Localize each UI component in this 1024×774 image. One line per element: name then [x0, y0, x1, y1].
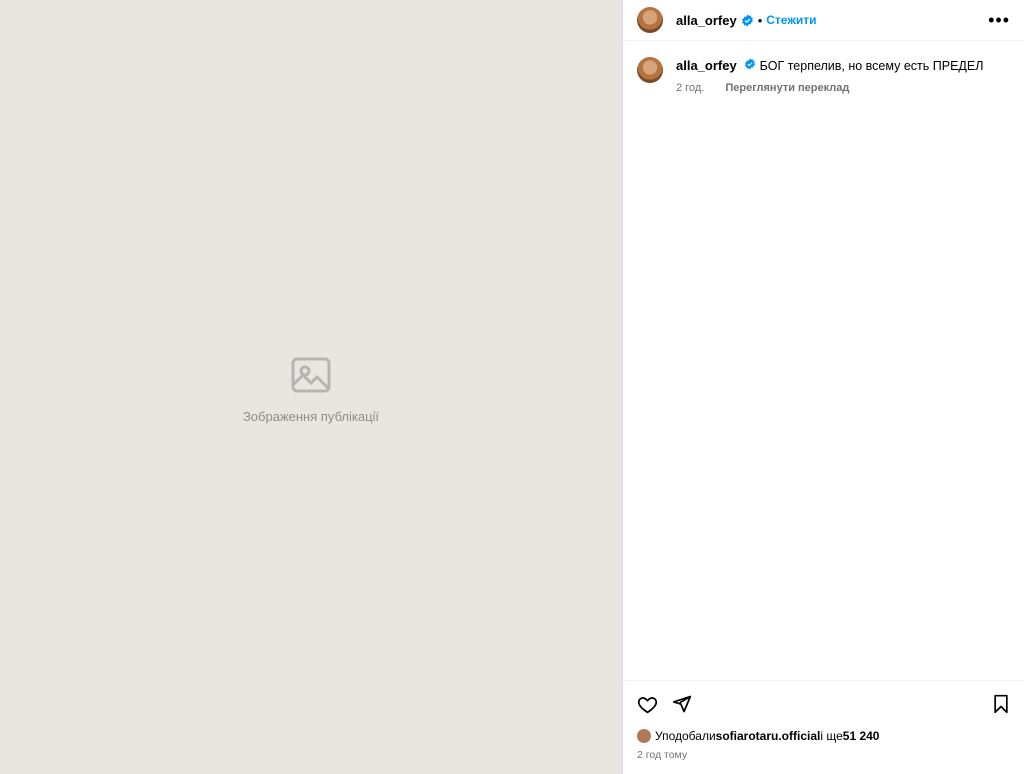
- image-icon: [291, 357, 331, 392]
- header-separator: •: [757, 12, 763, 28]
- author-username[interactable]: alla_orfey: [676, 13, 737, 28]
- see-translation-link[interactable]: Переглянути переклад: [725, 82, 849, 94]
- share-icon[interactable]: [672, 694, 692, 714]
- caption-username[interactable]: alla_orfey: [676, 58, 737, 73]
- likes-suffix: і ще: [820, 729, 843, 743]
- likes-prefix: Уподобали: [655, 729, 716, 743]
- caption: alla_orfey БОГ терпелив, но всему есть П…: [637, 57, 1010, 97]
- follow-button[interactable]: Стежити: [766, 13, 816, 27]
- post-time[interactable]: 2 год тому: [637, 749, 1010, 761]
- post-view: Зображення публікації alla_orfey • Стежи…: [0, 0, 1024, 774]
- bookmark-icon[interactable]: [992, 694, 1010, 714]
- heart-icon[interactable]: [637, 694, 658, 715]
- comments-section: alla_orfey БОГ терпелив, но всему есть П…: [623, 41, 1024, 680]
- caption-time[interactable]: 2 год.: [676, 82, 704, 94]
- likes-summary: Уподобали sofiarotaru.official і ще 51 2…: [637, 729, 1010, 743]
- post-media-placeholder: Зображення публікації: [0, 0, 622, 774]
- liker-username[interactable]: sofiarotaru.official: [716, 729, 821, 743]
- verified-icon: [741, 14, 754, 27]
- post-media[interactable]: Зображення публікації: [0, 0, 622, 774]
- post-media-label: Зображення публікації: [242, 408, 380, 424]
- post-header: alla_orfey • Стежити •••: [623, 0, 1024, 41]
- verified-icon: [744, 58, 756, 70]
- author-avatar[interactable]: [637, 7, 663, 33]
- liker-avatar: [637, 729, 651, 743]
- post-sidebar: alla_orfey • Стежити ••• alla_orfey БОГ …: [622, 0, 1024, 774]
- more-icon[interactable]: •••: [988, 11, 1010, 29]
- likes-count[interactable]: 51 240: [843, 729, 880, 743]
- caption-text: БОГ терпелив, но всему есть ПРЕДЕЛ: [759, 59, 984, 73]
- caption-meta: 2 год. Переглянути переклад: [676, 79, 983, 97]
- caption-avatar[interactable]: [637, 57, 663, 83]
- post-actions: Уподобали sofiarotaru.official і ще 51 2…: [623, 680, 1024, 774]
- action-icons: [637, 693, 1010, 715]
- caption-body: alla_orfey БОГ терпелив, но всему есть П…: [676, 57, 983, 97]
